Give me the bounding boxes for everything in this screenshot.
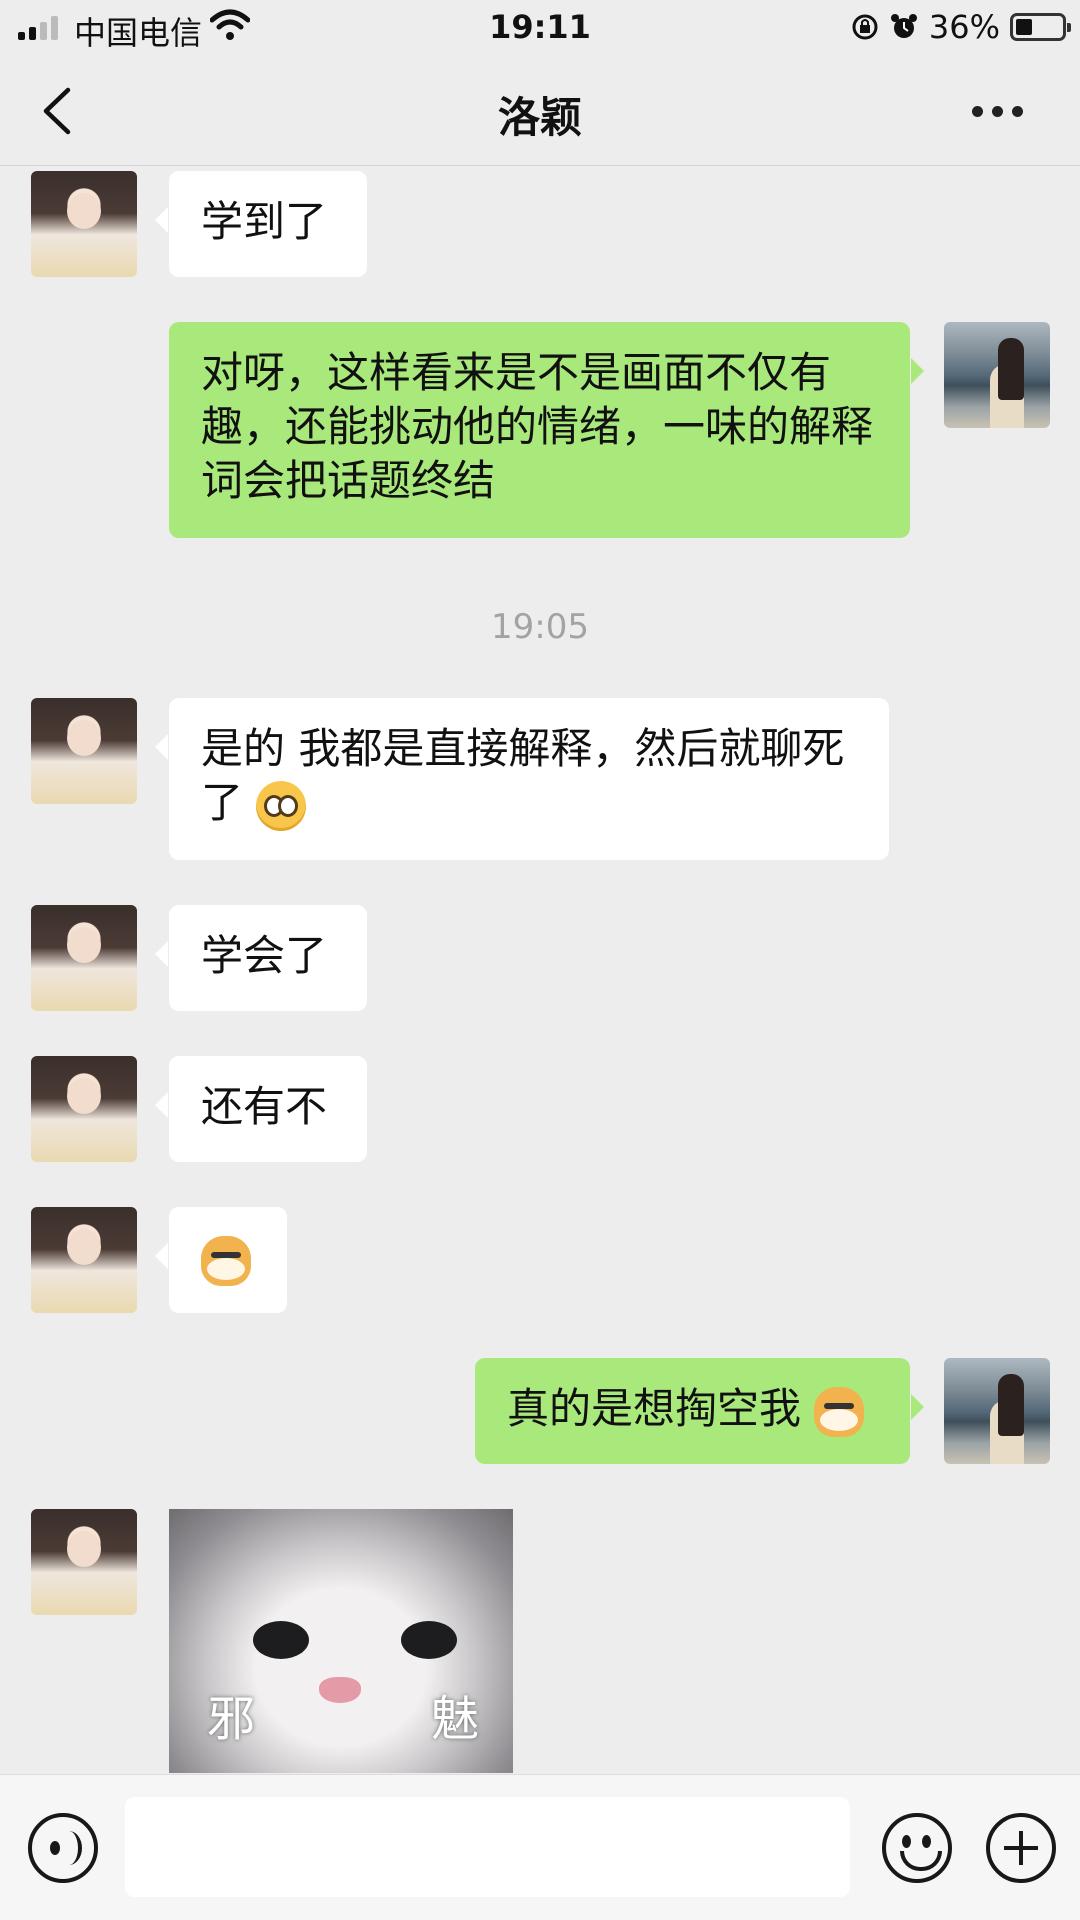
- rotation-lock-icon: [852, 14, 878, 40]
- status-bar: 中国电信 19:11 36%: [0, 0, 1080, 56]
- input-bar: [0, 1774, 1080, 1920]
- chat-title: 洛颖: [497, 93, 582, 142]
- message-bubble-received[interactable]: 学会了: [155, 905, 367, 1011]
- message-timestamp: 19:05: [491, 607, 589, 647]
- contact-avatar[interactable]: [31, 698, 137, 804]
- my-avatar[interactable]: [944, 1358, 1050, 1464]
- contact-avatar[interactable]: [31, 1207, 137, 1313]
- contact-avatar[interactable]: [31, 1056, 137, 1162]
- my-avatar[interactable]: [944, 322, 1050, 428]
- contact-avatar[interactable]: [31, 171, 137, 277]
- message-bubble-received[interactable]: 学到了: [155, 171, 367, 277]
- contact-avatar[interactable]: [31, 1509, 137, 1615]
- message-bubble-sent[interactable]: 对呀，这样看来是不是画面不仅有趣，还能挑动他的情绪，一味的解释词会把话题终结: [169, 322, 924, 538]
- contact-avatar[interactable]: [31, 905, 137, 1011]
- doge-emoji: [201, 1235, 251, 1286]
- emoji-smile-icon[interactable]: [882, 1813, 952, 1883]
- sticker-caption-right: 魅: [431, 1691, 480, 1747]
- doge-emoji: [814, 1386, 865, 1437]
- message-bubble-received[interactable]: 还有不: [155, 1056, 367, 1162]
- battery-percent: 36%: [928, 8, 1000, 46]
- message-text: 还有不: [201, 1082, 328, 1131]
- message-bubble-received[interactable]: 是的 我都是直接解释，然后就聊死了: [155, 698, 889, 860]
- sticker-caption-left: 邪: [207, 1691, 256, 1747]
- voice-icon[interactable]: [28, 1813, 98, 1883]
- cat-sticker[interactable]: 邪 魅: [169, 1509, 513, 1773]
- message-input[interactable]: [125, 1797, 850, 1897]
- message-text: 真的是想掏空我: [507, 1384, 802, 1433]
- message-text: 对呀，这样看来是不是画面不仅有趣，还能挑动他的情绪，一味的解释词会把话题终结: [201, 348, 874, 505]
- message-bubble-received[interactable]: [155, 1207, 287, 1313]
- message-text: 学会了: [201, 931, 328, 980]
- alarm-icon: [890, 14, 917, 38]
- message-text: 学到了: [201, 197, 328, 246]
- nav-bar: 洛颖: [0, 56, 1080, 166]
- chat-history[interactable]: 学到了 对呀，这样看来是不是画面不仅有趣，还能挑动他的情绪，一味的解释词会把话题…: [0, 167, 1080, 1773]
- more-dots-icon[interactable]: [972, 94, 1032, 128]
- battery-icon: [1010, 13, 1071, 41]
- pleading-face-emoji: [256, 780, 307, 831]
- plus-icon[interactable]: [986, 1813, 1056, 1883]
- message-bubble-sent[interactable]: 真的是想掏空我: [475, 1358, 924, 1464]
